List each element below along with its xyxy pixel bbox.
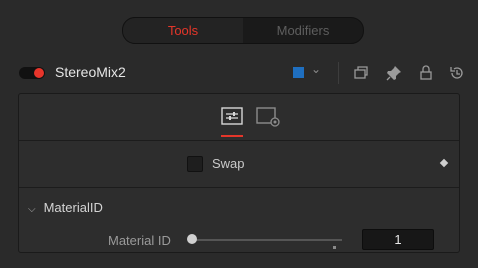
keyframe-diamond-icon[interactable] bbox=[439, 158, 449, 168]
slider-default-tick bbox=[333, 246, 336, 249]
chevron-down-icon[interactable]: ⌄ bbox=[311, 62, 321, 76]
swap-row: Swap bbox=[19, 141, 459, 188]
divider bbox=[338, 62, 339, 84]
node-enable-toggle[interactable] bbox=[19, 67, 45, 79]
node-name: StereoMix2 bbox=[55, 64, 126, 80]
material-id-label: Material ID bbox=[108, 233, 171, 248]
material-id-slider-knob[interactable] bbox=[187, 234, 197, 244]
tools-modifiers-tabs: Tools Modifiers bbox=[122, 17, 364, 44]
swap-checkbox[interactable] bbox=[187, 156, 203, 172]
pin-icon[interactable] bbox=[385, 64, 403, 82]
tab-tools[interactable]: Tools bbox=[123, 18, 243, 43]
active-tab-indicator bbox=[221, 135, 243, 137]
settings-icon[interactable] bbox=[256, 105, 280, 129]
reset-icon[interactable] bbox=[448, 64, 466, 82]
material-id-input[interactable]: 1 bbox=[362, 229, 434, 250]
inspector-panel: Swap ⌵ MaterialID Material ID 1 bbox=[18, 93, 460, 253]
materialid-section-header[interactable]: ⌵ MaterialID bbox=[28, 200, 103, 215]
toggle-dot bbox=[34, 68, 44, 78]
material-id-slider-track[interactable] bbox=[190, 239, 342, 241]
node-header: StereoMix2 ⌄ bbox=[0, 58, 478, 88]
lock-icon[interactable] bbox=[417, 64, 435, 82]
section-title: MaterialID bbox=[43, 200, 103, 215]
swap-label: Swap bbox=[212, 156, 245, 171]
controls-icon[interactable] bbox=[220, 105, 244, 129]
chevron-down-icon: ⌵ bbox=[28, 204, 36, 215]
control-tabs bbox=[19, 94, 459, 141]
node-color-swatch[interactable] bbox=[293, 67, 304, 78]
versions-icon[interactable] bbox=[352, 64, 370, 82]
tab-modifiers[interactable]: Modifiers bbox=[243, 18, 363, 43]
